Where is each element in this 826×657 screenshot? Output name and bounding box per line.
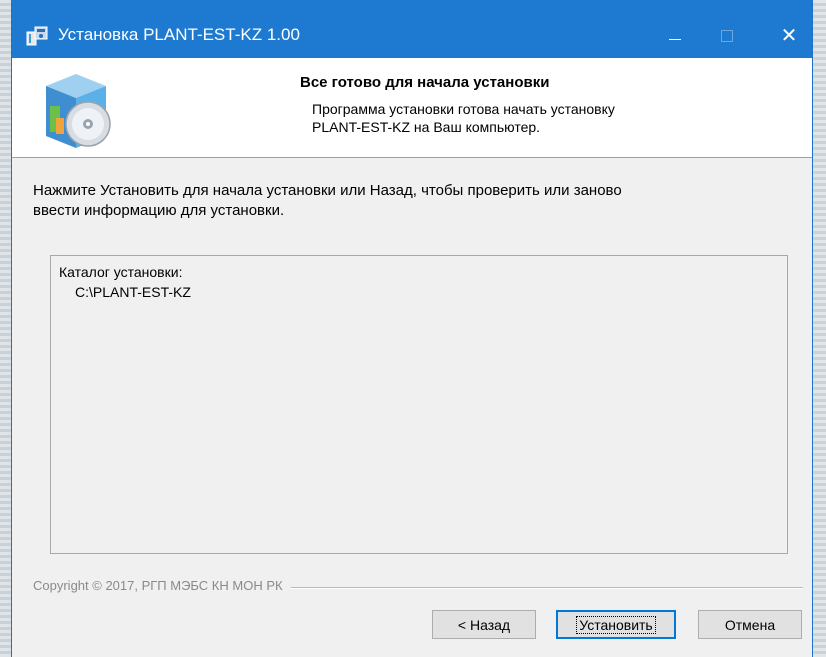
header-subtitle-line1: Программа установки готова начать устано… [312,101,615,117]
close-icon: ✕ [780,25,798,47]
desktop-background-right [812,0,826,657]
window-title: Установка PLANT-EST-KZ 1.00 [58,25,300,44]
installer-app-icon [26,26,48,46]
instruction-line2: ввести информацию для установки. [33,202,285,219]
close-button[interactable]: ✕ [766,14,812,58]
copyright-text: Copyright © 2017, РГП МЭБС КН МОН РК [33,578,291,593]
back-button[interactable]: < Назад [432,610,536,639]
instruction-text: Нажмите Установить для начала установки … [33,181,803,221]
installer-window: Установка PLANT-EST-KZ 1.00 ✕ Все готово… [12,0,812,657]
instruction-line1: Нажмите Установить для начала установки … [33,182,622,199]
install-folder-value: C:\PLANT-EST-KZ [75,284,191,300]
cancel-button[interactable]: Отмена [698,610,802,639]
maximize-icon [721,30,733,42]
minimize-button[interactable] [652,14,698,58]
title-bar[interactable]: Установка PLANT-EST-KZ 1.00 ✕ [12,0,812,58]
header-subtitle-line2: PLANT-EST-KZ на Ваш компьютер. [312,119,541,135]
maximize-button[interactable] [704,14,750,58]
copyright-row: Copyright © 2017, РГП МЭБС КН МОН РК [33,578,803,596]
install-button[interactable]: Установить [556,610,676,639]
software-box-cd-icon [46,74,111,148]
back-button-label: < Назад [457,616,511,633]
header-subtitle: Программа установки готова начать устано… [312,100,792,136]
install-folder-label: Каталог установки: [59,264,183,280]
header-title: Все готово для начала установки [300,74,550,91]
minimize-icon [669,38,681,40]
install-button-label: Установить [576,615,656,634]
desktop-background-left [0,0,12,657]
header-banner: Все готово для начала установки Программ… [12,58,812,158]
installation-summary-box[interactable]: Каталог установки: C:\PLANT-EST-KZ [50,255,788,554]
cancel-button-label: Отмена [724,616,776,633]
